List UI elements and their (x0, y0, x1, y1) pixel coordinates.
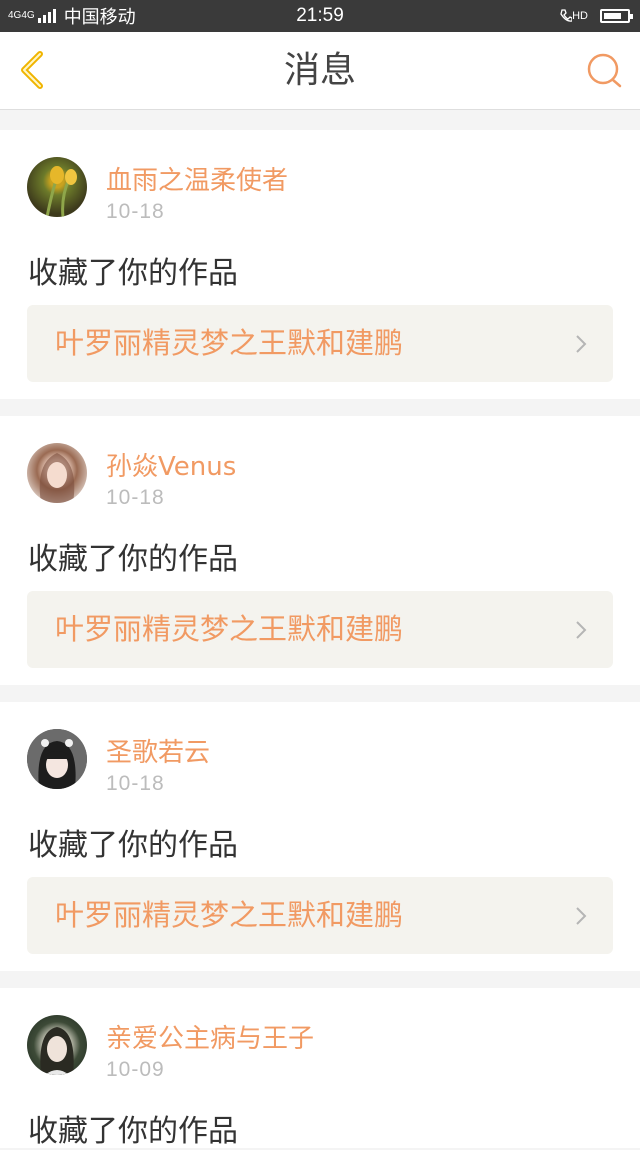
hd-call-icon: HD (560, 9, 588, 23)
chevron-right-icon (576, 907, 587, 925)
avatar[interactable] (27, 443, 87, 503)
avatar[interactable] (27, 729, 87, 789)
message-card: 孙焱Venus 10-18 收藏了你的作品 叶罗丽精灵梦之王默和建鹏 (0, 416, 640, 685)
message-card: 血雨之温柔使者 10-18 收藏了你的作品 叶罗丽精灵梦之王默和建鹏 (0, 130, 640, 399)
message-date: 10-18 (106, 200, 165, 223)
avatar[interactable] (27, 157, 87, 217)
hd-label: HD (572, 9, 588, 22)
chevron-right-icon (576, 335, 587, 353)
status-right: HD (560, 0, 633, 32)
work-link[interactable]: 叶罗丽精灵梦之王默和建鹏 (27, 305, 613, 382)
message-card: 亲爱公主病与王子 10-09 收藏了你的作品 (0, 988, 640, 1149)
work-link[interactable]: 叶罗丽精灵梦之王默和建鹏 (27, 877, 613, 954)
message-date: 10-18 (106, 486, 165, 509)
status-bar: 4G4G 中国移动 21:59 HD (0, 0, 640, 32)
message-action: 收藏了你的作品 (28, 1114, 238, 1149)
work-link[interactable]: 叶罗丽精灵梦之王默和建鹏 (27, 591, 613, 668)
chevron-right-icon (576, 621, 587, 639)
avatar[interactable] (27, 1015, 87, 1075)
message-date: 10-09 (106, 1058, 165, 1081)
message-action: 收藏了你的作品 (28, 828, 238, 863)
battery-level (604, 13, 621, 19)
username[interactable]: 血雨之温柔使者 (106, 160, 288, 197)
message-card: 圣歌若云 10-18 收藏了你的作品 叶罗丽精灵梦之王默和建鹏 (0, 702, 640, 971)
nav-bar: 消息 (0, 32, 640, 110)
message-action: 收藏了你的作品 (28, 542, 238, 577)
status-time: 21:59 (296, 5, 344, 26)
avatar-image (45, 166, 77, 217)
username[interactable]: 亲爱公主病与王子 (106, 1018, 314, 1055)
work-title: 叶罗丽精灵梦之王默和建鹏 (55, 612, 404, 646)
work-title: 叶罗丽精灵梦之王默和建鹏 (55, 326, 404, 360)
search-icon (587, 53, 622, 88)
search-button[interactable] (586, 52, 624, 90)
work-title: 叶罗丽精灵梦之王默和建鹏 (55, 898, 404, 932)
avatar-image (27, 729, 87, 789)
message-action: 收藏了你的作品 (28, 256, 238, 291)
avatar-image (40, 1027, 74, 1075)
username[interactable]: 孙焱Venus (106, 446, 236, 483)
battery-icon (600, 9, 633, 23)
page-title: 消息 (283, 50, 356, 91)
username[interactable]: 圣歌若云 (106, 732, 210, 769)
avatar-image (39, 453, 75, 503)
message-date: 10-18 (106, 772, 165, 795)
